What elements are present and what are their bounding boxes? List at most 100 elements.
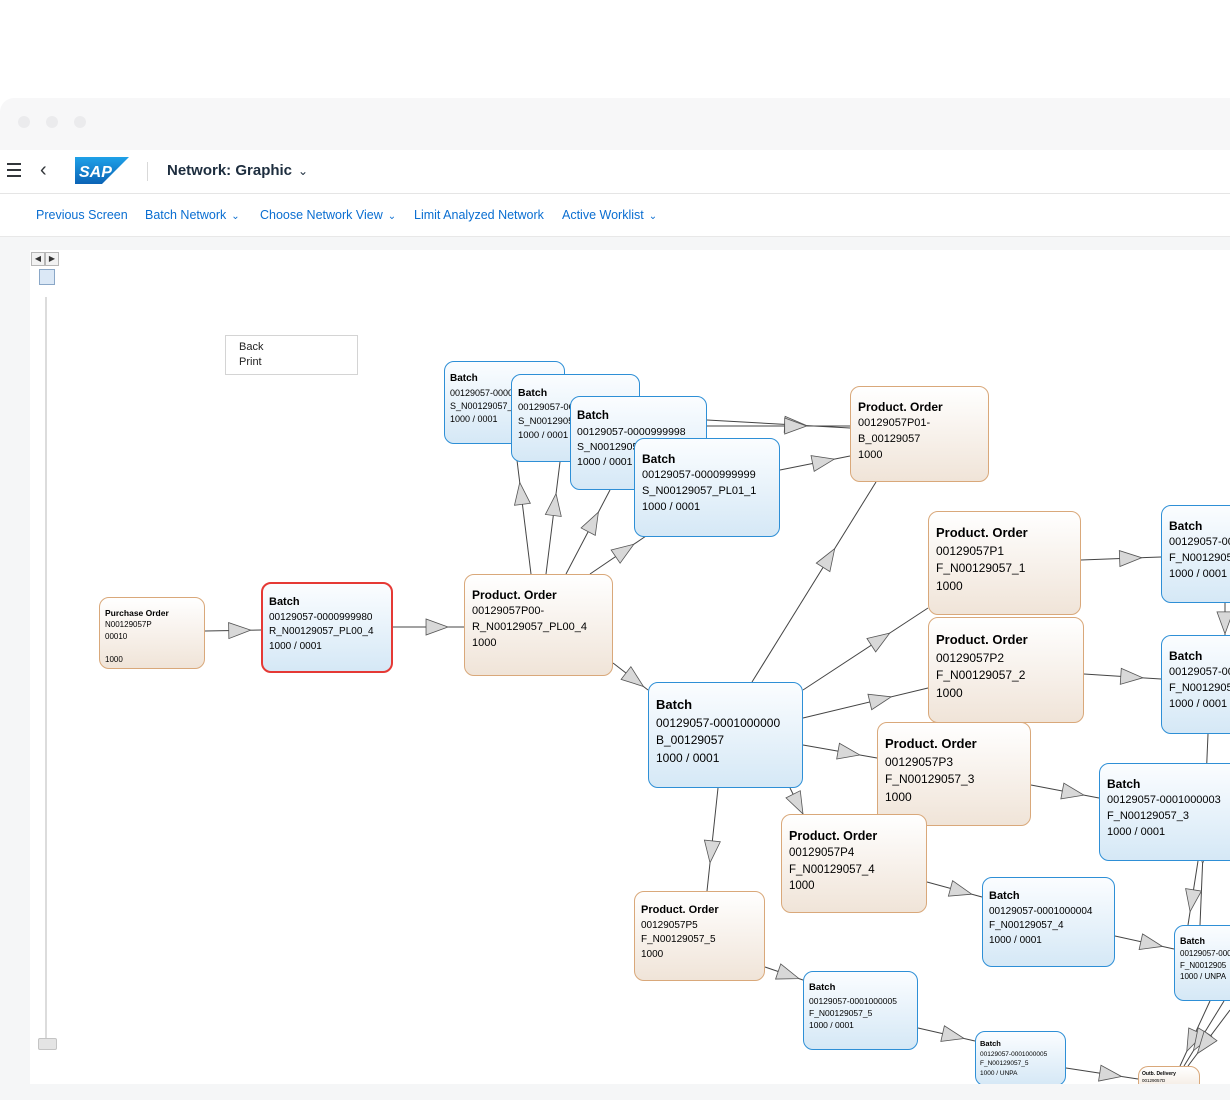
batch-network-label: Batch Network: [145, 208, 227, 222]
node-line: F_N00129057_2: [936, 668, 1026, 683]
order-node-od[interactable]: Outb. Delivery 00129057D: [1138, 1066, 1200, 1084]
node-title: Batch: [809, 982, 836, 993]
window-titlebar: [0, 98, 1230, 150]
edge-arrowhead: [1138, 933, 1164, 950]
context-menu-print[interactable]: Print: [226, 355, 357, 370]
node-line: F_N00129057_4: [789, 863, 875, 876]
node-line: F_N00129057_4: [989, 920, 1064, 932]
node-line: 00129057-0001000005: [980, 1050, 1048, 1058]
node-line: F_N00129057_5: [980, 1060, 1029, 1068]
edge-arrowhead: [1118, 550, 1143, 568]
edge-arrowhead: [810, 455, 836, 472]
order-node-p5[interactable]: Product. Order 00129057P5 F_N00129057_5 100…: [634, 891, 765, 981]
edge-arrowhead: [815, 547, 836, 573]
batch-node-b4[interactable]: Batch 00129057-0001000004 F_N00129057_4 100…: [982, 877, 1115, 967]
node-line: 1000: [936, 685, 963, 700]
batch-node-bmain[interactable]: Batch 00129057-0001000000 B_00129057 1000 /…: [648, 682, 803, 788]
node-line: F_N00129057_5: [809, 1008, 873, 1019]
node-title: Product. Order: [472, 588, 557, 602]
limit-analyzed-network-button[interactable]: Limit Analyzed Network: [414, 208, 544, 222]
node-line: 00129057-0001000004: [989, 905, 1093, 917]
node-line: [105, 643, 199, 655]
chevron-down-icon: ⌄: [298, 164, 309, 178]
node-line: F_N0012905: [1169, 552, 1230, 565]
node-line: 00129057P1: [936, 543, 1005, 558]
batch-node-b1[interactable]: Batch 00129057-00 F_N0012905 1000 / 0001: [1161, 505, 1230, 603]
node-line: 1000 / 0001: [642, 501, 701, 514]
active-worklist-label: Active Worklist: [562, 208, 644, 222]
batch-node-b4u[interactable]: Batch 00129057-000 F_N0012905 1000 / UNPA: [1174, 925, 1230, 1001]
node-line: 00129057-0001000003: [1107, 794, 1221, 807]
window-close-dot[interactable]: [18, 116, 30, 128]
edge-arrowhead: [785, 790, 804, 816]
node-title: Batch: [656, 697, 693, 712]
edge-arrowhead: [703, 839, 721, 864]
edge-arrowhead: [1185, 888, 1203, 913]
node-line: 1000 / 0001: [1107, 826, 1166, 839]
batch-node-b2[interactable]: Batch 00129057-00 F_N0012905 1000 / 0001: [1161, 635, 1230, 734]
node-title: Batch: [577, 410, 609, 422]
edge-arrowhead: [866, 632, 891, 653]
order-node-po[interactable]: Purchase Order N00129057P 00010 1000: [99, 597, 205, 669]
order-node-p1[interactable]: Product. Order 00129057P1 F_N00129057_1 100…: [928, 511, 1081, 615]
order-node-p3[interactable]: Product. Order 00129057P3 F_N00129057_3 100…: [877, 722, 1031, 826]
node-line: 00129057-0001000000: [656, 715, 781, 730]
edge-line: [514, 443, 532, 575]
node-line: 00129057P5: [641, 919, 698, 931]
node-title: Product. Order: [789, 829, 878, 843]
chevron-down-icon: ⌄: [387, 211, 397, 222]
node-line: 00129057D: [1142, 1078, 1166, 1084]
edge-arrowhead: [867, 693, 893, 711]
chevron-down-icon: ⌄: [231, 211, 240, 222]
node-line: 00129057P01-: [858, 417, 931, 430]
node-line: R_N00129057_PL00_4: [472, 621, 587, 634]
node-line: 1000 / 0001: [1169, 698, 1228, 711]
batch-node-bs4[interactable]: Batch 00129057-0000999999 S_N00129057_PL01…: [634, 438, 780, 537]
node-line: 00129057-0001000005: [809, 995, 897, 1006]
choose-network-view-menu[interactable]: Choose Network View ⌄: [260, 208, 396, 222]
window-maximize-dot[interactable]: [74, 116, 86, 128]
node-title: Purchase Order: [105, 608, 169, 618]
batch-network-menu[interactable]: Batch Network ⌄: [145, 208, 240, 222]
sap-logo-text: SAP: [79, 164, 112, 181]
edge-line: [802, 607, 929, 691]
page-title-menu[interactable]: Network: Graphic ⌄: [167, 162, 308, 179]
node-line: 00129057P3: [885, 754, 954, 769]
order-node-p4[interactable]: Product. Order 00129057P4 F_N00129057_4 100…: [781, 814, 927, 913]
order-node-pord0[interactable]: Product. Order 00129057P00- R_N00129057_PL…: [464, 574, 613, 676]
node-line: 1000: [472, 637, 497, 650]
page-title: Network: Graphic: [167, 162, 293, 179]
node-line: 00129057-0000999999: [642, 469, 756, 482]
node-line: 1000 / UNPA: [980, 1069, 1018, 1077]
node-line: 1000: [858, 449, 883, 462]
node-line: 00129057-00: [1169, 536, 1230, 549]
node-line: F_N00129057_1: [936, 561, 1026, 576]
order-node-p2[interactable]: Product. Order 00129057P2 F_N00129057_2 100…: [928, 617, 1084, 723]
window-minimize-dot[interactable]: [46, 116, 58, 128]
batch-node-b_r[interactable]: Batch 00129057-0000999980 R_N00129057_PL00…: [261, 582, 393, 673]
action-toolbar: Previous Screen Batch Network ⌄ Choose Ne…: [0, 194, 1230, 237]
active-worklist-menu[interactable]: Active Worklist ⌄: [562, 208, 657, 222]
sap-logo[interactable]: SAP: [75, 157, 129, 184]
node-line: B_00129057: [858, 433, 921, 446]
context-menu: Back Print: [225, 335, 358, 375]
edge-arrowhead: [1119, 667, 1144, 685]
order-node-pord01[interactable]: Product. Order 00129057P01- B_00129057 1000: [850, 386, 989, 482]
node-line: 1000: [105, 655, 123, 665]
hamburger-icon[interactable]: [7, 163, 21, 177]
previous-screen-button[interactable]: Previous Screen: [36, 208, 128, 222]
node-line: 1000 / 0001: [1169, 568, 1228, 581]
batch-node-b5u[interactable]: Batch 00129057-0001000005 F_N00129057_5 100…: [975, 1031, 1066, 1084]
network-graph-canvas[interactable]: ◀ ▶ Purchase Order N00129057P 00010 1000 Ba…: [30, 250, 1230, 1084]
chevron-down-icon: ⌄: [648, 211, 658, 222]
edge-arrowhead: [228, 622, 252, 640]
back-chevron-icon[interactable]: ‹: [40, 160, 47, 180]
batch-node-b5[interactable]: Batch 00129057-0001000005 F_N00129057_5 100…: [803, 971, 918, 1050]
node-title: Product. Order: [936, 632, 1028, 647]
node-line: 1000: [641, 948, 664, 960]
edge-arrowhead: [774, 963, 801, 980]
node-title: Batch: [1169, 519, 1203, 533]
node-line: F_N0012905: [1169, 682, 1230, 695]
context-menu-back[interactable]: Back: [226, 340, 357, 355]
batch-node-b3[interactable]: Batch 00129057-0001000003 F_N00129057_3 100…: [1099, 763, 1230, 861]
